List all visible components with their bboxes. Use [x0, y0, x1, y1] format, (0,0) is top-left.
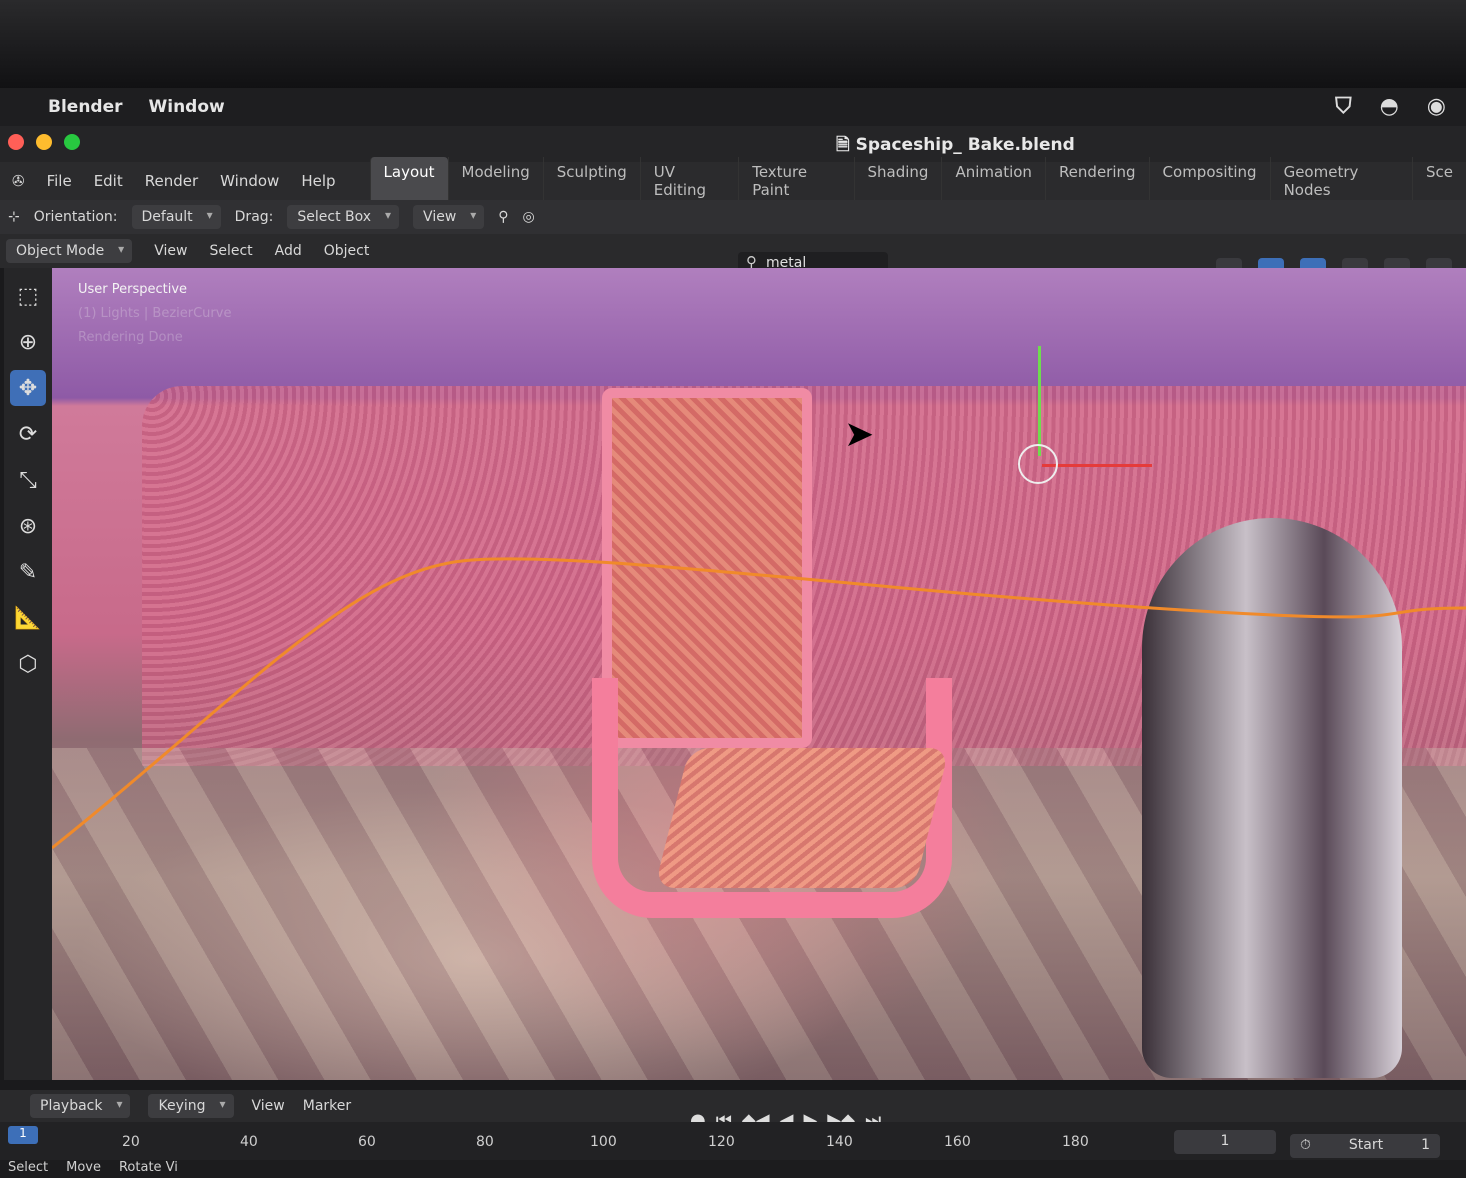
- tick-label: 60: [358, 1134, 376, 1150]
- rotate-tool-icon[interactable]: ⟳: [10, 416, 46, 452]
- tick-label: 180: [1062, 1134, 1089, 1150]
- workspace-tabs: Layout Modeling Sculpting UV Editing Tex…: [369, 157, 1466, 205]
- shield-icon[interactable]: ⛉: [1335, 94, 1352, 119]
- blender-logo-icon[interactable]: ✇: [12, 172, 25, 190]
- object-mode-dropdown[interactable]: Object Mode: [6, 239, 133, 263]
- close-window-button[interactable]: [8, 134, 24, 150]
- main-menu: ✇ File Edit Render Window Help: [0, 172, 336, 190]
- macos-menu-bar: Blender Window ⛉ ◓ ◉: [0, 88, 1466, 126]
- arc-icon[interactable]: ◓: [1380, 94, 1399, 119]
- measure-tool-icon[interactable]: 📐: [10, 600, 46, 636]
- proportional-edit-icon[interactable]: ◎: [523, 209, 535, 225]
- start-frame-field[interactable]: ⏱ Start 1: [1290, 1134, 1440, 1158]
- menu-object[interactable]: Object: [324, 243, 370, 259]
- document-title-text: Spaceship_ Bake.blend: [855, 135, 1075, 155]
- gizmo-x-axis[interactable]: [1042, 464, 1152, 467]
- orientation-dropdown[interactable]: Default: [131, 205, 221, 229]
- snap-icon[interactable]: ⚲: [498, 209, 508, 225]
- menu-render[interactable]: Render: [145, 172, 198, 190]
- menu-window[interactable]: Window: [220, 172, 279, 190]
- render-status: Rendering Done: [78, 330, 183, 345]
- scale-tool-icon[interactable]: ⤡: [10, 462, 46, 498]
- top-bar: ✇ File Edit Render Window Help Layout Mo…: [0, 157, 1466, 205]
- add-cube-tool-icon[interactable]: ⬡: [10, 646, 46, 682]
- tab-texture-paint[interactable]: Texture Paint: [738, 157, 853, 205]
- tab-uv-editing[interactable]: UV Editing: [639, 157, 738, 205]
- drag-dropdown[interactable]: Select Box: [287, 205, 400, 229]
- 3d-viewport[interactable]: ➤ User Perspective (1) Lights | BezierCu…: [52, 268, 1466, 1080]
- menu-view[interactable]: View: [154, 243, 187, 259]
- start-label: Start: [1348, 1137, 1384, 1153]
- orientation-label: Orientation:: [33, 209, 118, 225]
- select-box-tool-icon[interactable]: ⬚: [10, 278, 46, 314]
- tab-geometry-nodes[interactable]: Geometry Nodes: [1269, 157, 1412, 205]
- tab-animation[interactable]: Animation: [941, 157, 1044, 205]
- tick-label: 20: [122, 1134, 140, 1150]
- status-rotate: Rotate Vi: [118, 1160, 178, 1175]
- playback-menu[interactable]: Playback: [30, 1094, 131, 1118]
- mouse-cursor-icon: ➤: [844, 414, 875, 455]
- tab-shading[interactable]: Shading: [853, 157, 942, 205]
- move-tool-icon[interactable]: ✥: [10, 370, 46, 406]
- object-origin-gizmo[interactable]: [1018, 444, 1058, 484]
- current-frame-marker[interactable]: 1: [8, 1126, 38, 1144]
- tick-label: 120: [708, 1134, 735, 1150]
- tick-label: 80: [476, 1134, 494, 1150]
- bezier-curve: [52, 557, 1466, 850]
- status-move: Move: [66, 1160, 101, 1175]
- status-bar: Select Move Rotate Vi: [0, 1160, 1466, 1178]
- menu-extras: ⛉ ◓ ◉: [1335, 94, 1446, 119]
- viewport-info: User Perspective (1) Lights | BezierCurv…: [78, 278, 231, 350]
- file-icon: 🗎: [836, 135, 856, 155]
- stopwatch-icon: ⏱: [1300, 1137, 1311, 1153]
- menu-add[interactable]: Add: [275, 243, 302, 259]
- status-select: Select: [8, 1160, 49, 1175]
- tick-label: 140: [826, 1134, 853, 1150]
- tab-rendering[interactable]: Rendering: [1044, 157, 1149, 205]
- annotate-tool-icon[interactable]: ✎: [10, 554, 46, 590]
- tick-label: 100: [590, 1134, 617, 1150]
- cursor-tool-icon[interactable]: ⊕: [10, 324, 46, 360]
- gizmo-y-axis[interactable]: [1038, 346, 1041, 456]
- minimize-window-button[interactable]: [36, 134, 52, 150]
- active-object: (1) Lights | BezierCurve: [78, 306, 232, 321]
- tool-header: ⊹ Orientation: Default Drag: Select Box …: [0, 200, 1466, 234]
- app-menu-window[interactable]: Window: [149, 97, 225, 117]
- menu-help[interactable]: Help: [301, 172, 335, 190]
- tab-sculpting[interactable]: Sculpting: [542, 157, 640, 205]
- menu-select[interactable]: Select: [209, 243, 252, 259]
- start-value: 1: [1421, 1137, 1430, 1153]
- tab-layout[interactable]: Layout: [369, 157, 448, 205]
- screen-bezel: [0, 0, 1466, 88]
- traffic-lights: [8, 134, 80, 150]
- tick-label: 160: [944, 1134, 971, 1150]
- view-dropdown[interactable]: View: [413, 205, 485, 229]
- tick-label: 40: [240, 1134, 258, 1150]
- creative-cloud-icon[interactable]: ◉: [1427, 94, 1446, 119]
- transform-pivot-icon[interactable]: ⊹: [8, 209, 20, 225]
- marker-menu[interactable]: Marker: [303, 1098, 351, 1114]
- tab-compositing[interactable]: Compositing: [1148, 157, 1270, 205]
- app-menu-blender[interactable]: Blender: [48, 97, 123, 117]
- tab-modeling[interactable]: Modeling: [447, 157, 543, 205]
- current-frame-field[interactable]: 1: [1174, 1130, 1276, 1154]
- zoom-window-button[interactable]: [64, 134, 80, 150]
- timeline-view-menu[interactable]: View: [252, 1098, 285, 1114]
- tool-shelf: ⬚ ⊕ ✥ ⟳ ⤡ ⊛ ✎ 📐 ⬡: [4, 268, 52, 1080]
- keying-menu[interactable]: Keying: [148, 1094, 234, 1118]
- view-name: User Perspective: [78, 282, 188, 297]
- menu-edit[interactable]: Edit: [94, 172, 123, 190]
- tab-scene-overflow[interactable]: Sce: [1412, 157, 1466, 205]
- menu-file[interactable]: File: [47, 172, 72, 190]
- transform-tool-icon[interactable]: ⊛: [10, 508, 46, 544]
- drag-label: Drag:: [234, 209, 274, 225]
